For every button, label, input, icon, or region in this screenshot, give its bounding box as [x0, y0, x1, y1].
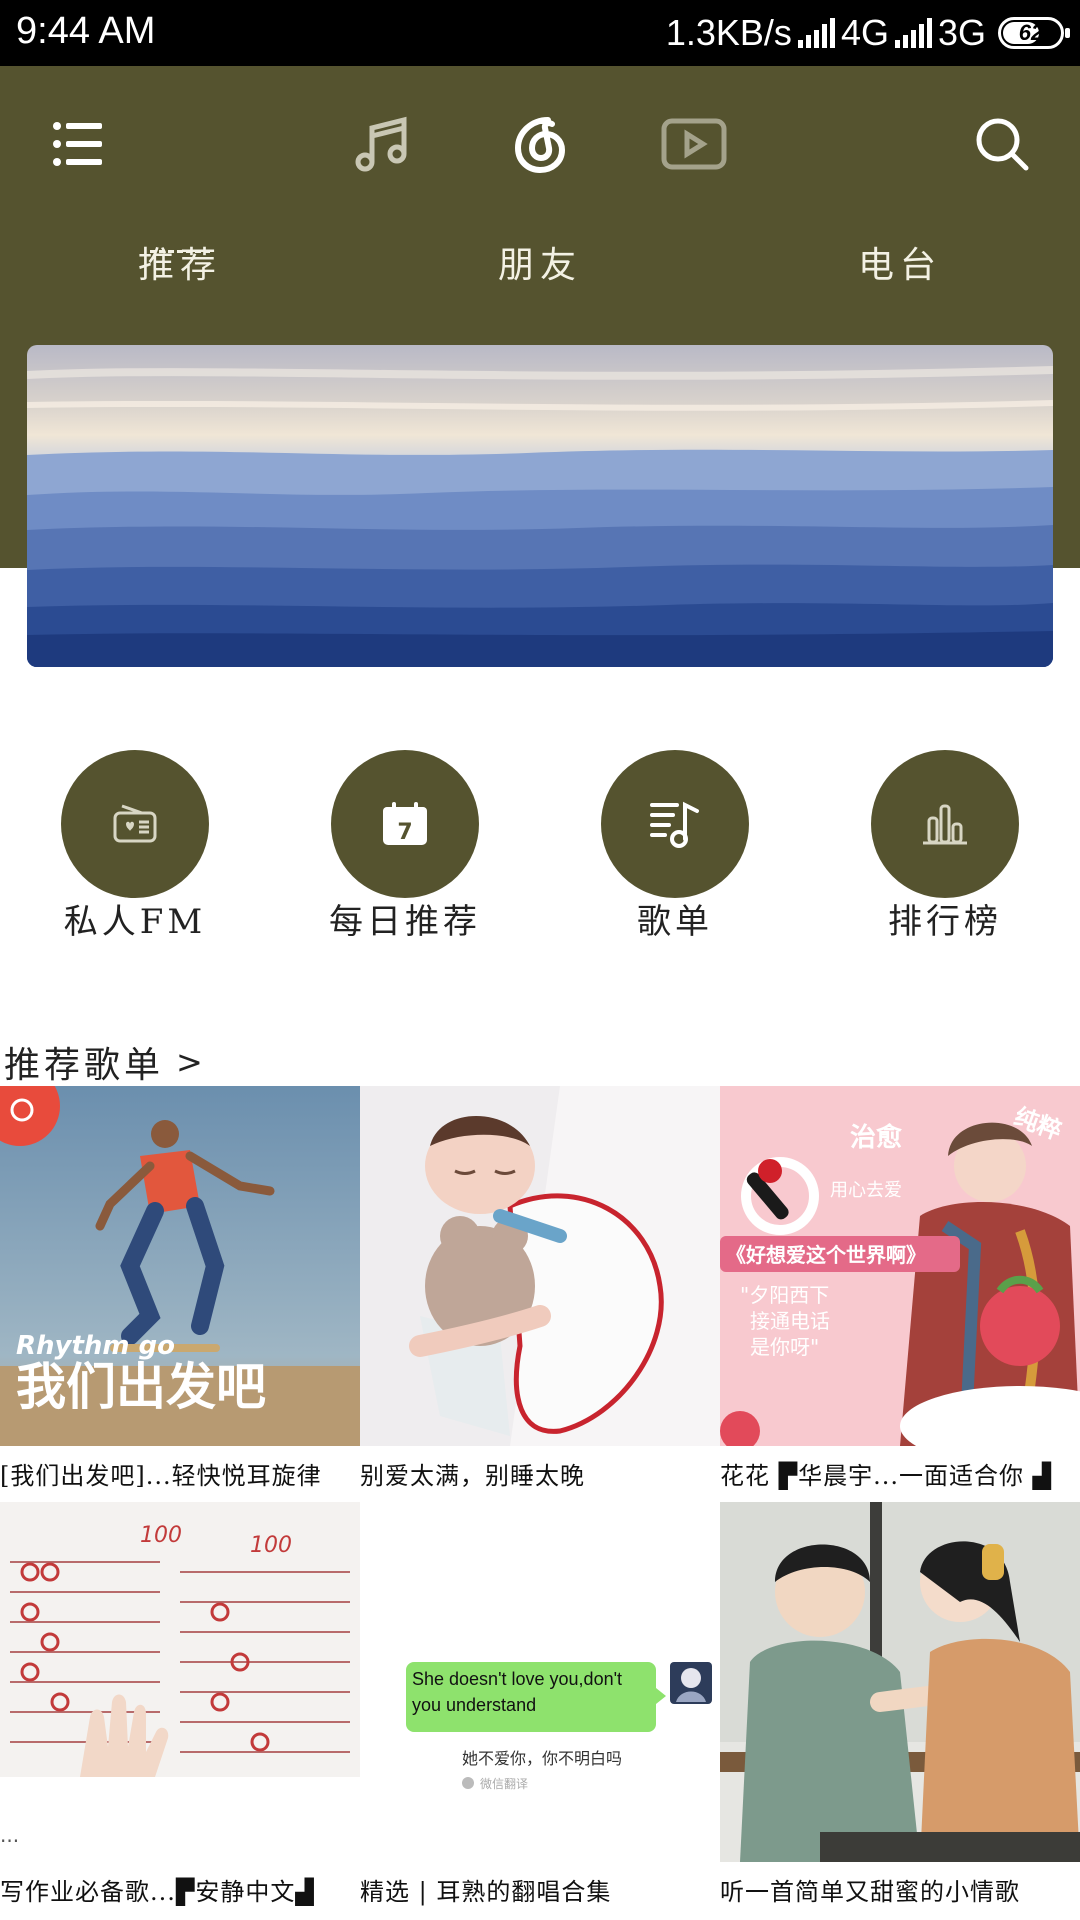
section-recommended-playlists[interactable]: 推荐歌单 > [4, 1036, 207, 1088]
netease-logo-icon[interactable] [498, 102, 582, 186]
quick-entry-chart[interactable]: 排行榜 [835, 750, 1055, 943]
active-tab-indicator [150, 250, 210, 253]
quick-entry-label: 每日推荐 [329, 902, 481, 942]
quick-entry-playlist[interactable]: 歌单 [565, 750, 785, 943]
playlist-card[interactable]: Rhythm go 我们出发吧 [我们出发吧]...轻快悦耳旋律 [0, 1086, 360, 1494]
radio-icon [61, 750, 209, 898]
signal-icon [797, 18, 835, 48]
menu-icon[interactable] [36, 102, 120, 186]
battery-level: 62 [1018, 20, 1044, 45]
network-type-2: 3G [937, 12, 986, 53]
network-type-1: 4G [840, 12, 889, 53]
playlist-card[interactable]: 100 100 ... 写作业必备歌...▛安静中文▟ [0, 1502, 360, 1910]
net-speed: 1.3KB/s [665, 12, 792, 53]
playlist-title: 精选 | 耳熟的翻唱合集 [360, 1878, 612, 1906]
chevron-right-icon: > [176, 1043, 207, 1081]
playlist-icon [601, 750, 749, 898]
playlist-title: [我们出发吧]...轻快悦耳旋律 [0, 1462, 322, 1490]
cover-text: 她不爱你，你不明白吗 [462, 1749, 622, 1768]
music-icon[interactable] [340, 102, 424, 186]
battery-icon: 62 [998, 17, 1070, 49]
status-time: 9:44 AM [16, 10, 156, 52]
playlist-cover: She doesn't love you,don't you understan… [360, 1502, 720, 1862]
playlist-cover: 100 100 ... [0, 1502, 360, 1862]
tab-recommend[interactable]: 推荐 [80, 236, 280, 288]
playlist-cover: 治愈 用心去爱 纯粹 《好想爱这个世界啊》 "夕阳西下 接通电话 是你呀" [720, 1086, 1080, 1446]
quick-entries: 私人FM 7 每日推荐 歌单 排行榜 [0, 750, 1080, 950]
quick-entry-label: 私人FM [63, 902, 207, 942]
playlist-card[interactable]: 治愈 用心去爱 纯粹 《好想爱这个世界啊》 "夕阳西下 接通电话 是你呀" 花花… [720, 1086, 1080, 1494]
playlist-title: 别爱太满，别睡太晚 [360, 1462, 585, 1490]
tab-radio[interactable]: 电台 [800, 236, 1000, 288]
cover-text: "夕阳西下 [740, 1283, 829, 1307]
playlist-card[interactable]: She doesn't love you,don't you understan… [360, 1502, 720, 1910]
cover-text: 《好想爱这个世界啊》 [726, 1243, 926, 1267]
playlist-cover [360, 1086, 720, 1446]
playlist-cover [720, 1502, 1080, 1862]
status-indicators: 1.3KB/s 4G 3G 62 [665, 10, 1070, 56]
cover-text: 接通电话 [750, 1309, 830, 1333]
search-icon[interactable] [960, 102, 1044, 186]
chart-icon [871, 750, 1019, 898]
section-title: 推荐歌单 [4, 1045, 165, 1086]
cover-text: 我们出发吧 [16, 1358, 266, 1416]
video-icon[interactable] [652, 102, 736, 186]
svg-text:7: 7 [397, 820, 412, 845]
svg-text:100: 100 [250, 1533, 292, 1558]
cover-text: 微信翻译 [480, 1777, 528, 1791]
quick-entry-label: 歌单 [637, 902, 713, 942]
playlist-card[interactable]: 听一首简单又甜蜜的小情歌 [720, 1502, 1080, 1910]
chat-bubble-text: She doesn't love you,don't you understan… [412, 1669, 623, 1715]
playlist-card[interactable]: 别爱太满，别睡太晚 [360, 1086, 720, 1494]
banner[interactable] [27, 345, 1053, 667]
playlist-title: 花花 ▛华晨宇...一面适合你 ▟ [720, 1462, 1053, 1490]
cover-text: ... [0, 1823, 19, 1847]
cover-text: 治愈 [850, 1122, 902, 1153]
cover-text: 是你呀" [750, 1335, 819, 1359]
svg-text:100: 100 [140, 1523, 182, 1548]
cover-text: 用心去爱 [830, 1180, 902, 1201]
playlist-title: 听一首简单又甜蜜的小情歌 [720, 1878, 1020, 1906]
status-bar: 9:44 AM 1.3KB/s 4G 3G 62 [0, 0, 1080, 66]
quick-entry-fm[interactable]: 私人FM [25, 750, 245, 943]
playlist-cover: Rhythm go 我们出发吧 [0, 1086, 360, 1446]
playlist-title: 写作业必备歌...▛安静中文▟ [0, 1878, 315, 1906]
quick-entry-daily[interactable]: 7 每日推荐 [295, 750, 515, 943]
tab-friends[interactable]: 朋友 [440, 236, 640, 288]
quick-entry-label: 排行榜 [888, 902, 1002, 942]
cover-text: Rhythm go [16, 1331, 175, 1361]
calendar-icon: 7 [331, 750, 479, 898]
signal-icon-2 [894, 18, 932, 48]
